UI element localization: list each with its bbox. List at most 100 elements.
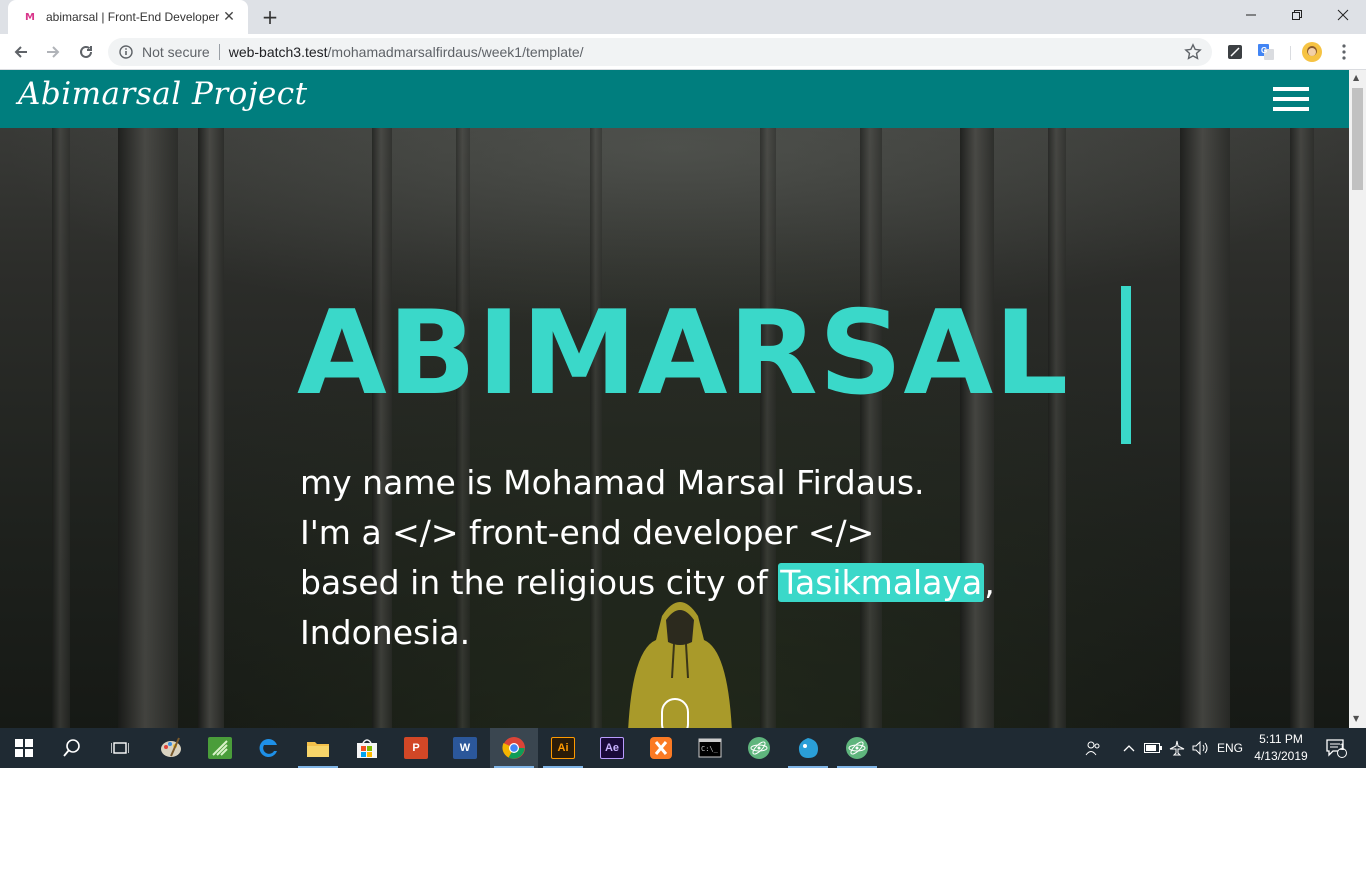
show-hidden-icons-button[interactable] — [1118, 728, 1140, 768]
city-highlight: Tasikmalaya — [778, 563, 985, 602]
running-indicator — [788, 766, 828, 768]
typing-caret — [1121, 286, 1131, 444]
sublime-icon — [208, 737, 232, 759]
window-close-button[interactable] — [1320, 0, 1366, 30]
task-view-button[interactable] — [96, 728, 144, 768]
more-vert-icon — [1342, 44, 1346, 60]
chrome-icon — [502, 737, 525, 759]
file-explorer-icon — [307, 742, 329, 757]
clock-time: 5:11 PM — [1259, 732, 1303, 746]
tree-trunk — [118, 70, 178, 728]
taskbar-app-edge[interactable] — [245, 728, 293, 768]
hero-intro: my name is Mohamad Marsal Firdaus. I'm a… — [300, 458, 995, 658]
page-scrollbar[interactable]: ▲ ▼ — [1349, 70, 1366, 728]
chevron-up-icon — [1123, 745, 1135, 752]
input-language-indicator[interactable]: ENG — [1214, 728, 1246, 768]
address-bar[interactable]: Not secure web-batch3.test/mohamadmarsal… — [108, 38, 1212, 66]
taskbar-app-powerpoint[interactable]: P — [392, 728, 440, 768]
url-host: web-batch3.test — [228, 44, 328, 60]
tree-trunk — [1290, 70, 1314, 728]
start-button[interactable] — [0, 728, 48, 768]
windows-logo-icon — [15, 739, 33, 757]
running-indicator — [837, 766, 877, 768]
profile-avatar[interactable] — [1302, 42, 1322, 62]
omnibox-divider — [218, 44, 220, 60]
info-icon[interactable] — [118, 44, 134, 60]
powerpoint-icon: P — [404, 737, 428, 759]
page-viewport: Abimarsal Project ABIMARSAL my name is M… — [0, 70, 1349, 728]
action-center-button[interactable]: 1 — [1318, 728, 1354, 768]
taskbar-app-paint[interactable] — [147, 728, 195, 768]
taskbar-app-file-explorer[interactable] — [294, 728, 342, 768]
intro-line: my name is Mohamad Marsal Firdaus. — [300, 463, 925, 502]
svg-text:G: G — [1261, 46, 1267, 55]
close-icon — [1337, 9, 1349, 21]
menu-hamburger-icon[interactable] — [1273, 87, 1309, 111]
scroll-down-mouse-icon[interactable] — [661, 698, 689, 728]
window-minimize-button[interactable] — [1228, 0, 1274, 30]
tab-title: abimarsal | Front-End Developer — [46, 10, 220, 24]
intro-line: I'm a </> front-end developer </> — [300, 513, 875, 552]
toolbar-divider — [1290, 46, 1291, 60]
browser-tab[interactable]: M abimarsal | Front-End Developer ✕ — [8, 0, 248, 34]
intro-line: based in the religious city of Tasikmala… — [300, 558, 995, 608]
taskbar-app-xampp[interactable] — [637, 728, 685, 768]
taskbar-search-button[interactable] — [48, 728, 96, 768]
taskbar-app-sublime[interactable] — [196, 728, 244, 768]
windows-taskbar: P W Ai Ae C:\_ ENG 5:11 PM 4/13/2019 1 — [0, 728, 1366, 768]
google-translate-icon[interactable]: G — [1256, 42, 1276, 62]
brand-logo[interactable]: Abimarsal Project — [18, 76, 308, 112]
taskbar-app-atom[interactable] — [735, 728, 783, 768]
notification-count: 1 — [1339, 742, 1345, 752]
forward-button[interactable] — [40, 39, 66, 65]
taskbar-app-blue[interactable] — [784, 728, 832, 768]
illustrator-icon: Ai — [551, 737, 575, 759]
atom-icon — [748, 737, 770, 759]
running-indicator — [298, 766, 338, 768]
tree-trunk — [198, 70, 224, 728]
bookmark-star-icon[interactable] — [1184, 43, 1202, 61]
extension-icon[interactable] — [1225, 42, 1245, 62]
taskbar-app-atom-2[interactable] — [833, 728, 881, 768]
scroll-thumb[interactable] — [1352, 88, 1363, 190]
scroll-up-icon[interactable]: ▲ — [1353, 73, 1359, 82]
hero-title: ABIMARSAL — [297, 286, 1070, 421]
battery-button[interactable] — [1142, 728, 1164, 768]
taskbar-app-store[interactable] — [343, 728, 391, 768]
people-button[interactable] — [1080, 728, 1106, 768]
browser-tab-bar: M abimarsal | Front-End Developer ✕ + — [0, 0, 1366, 34]
taskbar-app-illustrator[interactable]: Ai — [539, 728, 587, 768]
running-indicator — [494, 766, 534, 768]
running-indicator — [543, 766, 583, 768]
clock-date: 4/13/2019 — [1254, 749, 1308, 763]
taskbar-app-word[interactable]: W — [441, 728, 489, 768]
system-clock[interactable]: 5:11 PM 4/13/2019 — [1246, 731, 1316, 765]
intro-text: based in the religious city of — [300, 563, 779, 602]
restore-icon — [1292, 10, 1302, 20]
taskbar-app-after-effects[interactable]: Ae — [588, 728, 636, 768]
tab-close-icon[interactable]: ✕ — [220, 9, 238, 25]
back-button[interactable] — [8, 39, 34, 65]
scroll-down-icon[interactable]: ▼ — [1353, 714, 1359, 723]
task-view-icon — [111, 742, 129, 754]
svg-text:C:\_: C:\_ — [701, 745, 719, 753]
edge-icon — [259, 739, 277, 757]
airplane-mode-button[interactable] — [1166, 728, 1188, 768]
browser-toolbar: Not secure web-batch3.test/mohamadmarsal… — [0, 34, 1366, 70]
arrow-right-icon — [47, 46, 60, 58]
security-label[interactable]: Not secure — [142, 44, 210, 60]
word-icon: W — [453, 737, 477, 759]
intro-line: Indonesia. — [300, 613, 471, 652]
browser-menu-button[interactable] — [1334, 42, 1354, 62]
volume-button[interactable] — [1190, 728, 1212, 768]
new-tab-button[interactable]: + — [258, 5, 282, 29]
tree-trunk — [1180, 70, 1230, 728]
window-restore-button[interactable] — [1274, 0, 1320, 30]
paint-icon — [161, 737, 181, 757]
taskbar-app-terminal[interactable]: C:\_ — [686, 728, 734, 768]
reload-button[interactable] — [73, 39, 99, 65]
tree-trunk — [52, 70, 70, 728]
site-navbar: Abimarsal Project — [0, 70, 1349, 128]
taskbar-app-chrome[interactable] — [490, 728, 538, 768]
battery-icon — [1144, 743, 1162, 753]
